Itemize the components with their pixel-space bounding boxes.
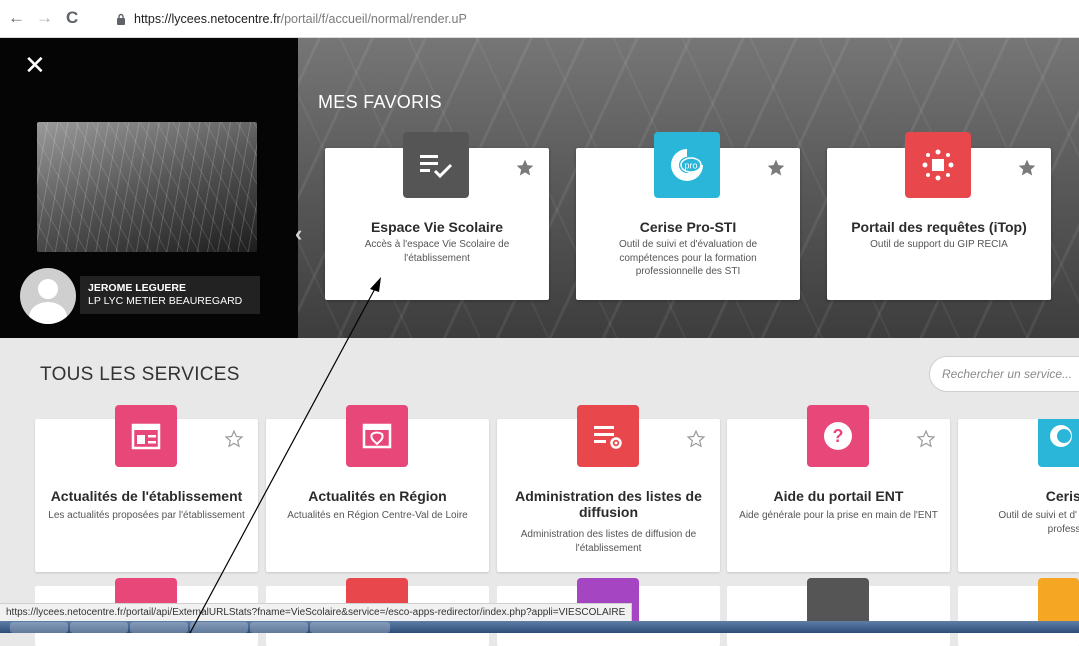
- taskbar: [0, 621, 1079, 633]
- favorite-card-vie-scolaire[interactable]: Espace Vie Scolaire Accès à l'espace Vie…: [325, 132, 549, 300]
- panel-photo: [37, 122, 257, 252]
- star-filled-icon[interactable]: [766, 158, 786, 178]
- news-icon: [115, 405, 177, 467]
- service-card-partial[interactable]: [727, 578, 950, 646]
- taskbar-button[interactable]: [250, 622, 308, 633]
- address-bar[interactable]: https://lycees.netocentre.fr/portail/f/a…: [110, 6, 1070, 32]
- avatar[interactable]: [20, 268, 76, 324]
- itop-icon: [905, 132, 971, 198]
- help-icon: ?: [807, 405, 869, 467]
- service-desc: Administration des listes de diffusion d…: [520, 529, 697, 554]
- forward-arrow-icon[interactable]: →: [36, 8, 53, 28]
- taskbar-button[interactable]: [310, 622, 390, 633]
- taskbar-button[interactable]: [10, 622, 68, 633]
- list-check-icon: [403, 132, 469, 198]
- service-desc: Outil de suivi et d' compétences pou pro…: [998, 510, 1079, 535]
- url-host: https://lycees.netocentre.fr: [134, 12, 281, 26]
- close-icon[interactable]: ✕: [24, 52, 46, 78]
- taskbar-button[interactable]: [130, 622, 188, 633]
- service-name: Actualités en Région: [308, 488, 447, 504]
- carousel-prev-icon[interactable]: ‹: [295, 221, 302, 247]
- list-settings-icon: [577, 405, 639, 467]
- star-outline-icon[interactable]: [686, 429, 706, 449]
- user-side-panel: ✕ JEROME LEGUERE LP LYC METIER BEAUREGAR…: [0, 38, 298, 338]
- lock-icon: [117, 13, 125, 25]
- service-card-listes-diffusion[interactable]: Administration des listes de diffusion A…: [497, 405, 720, 572]
- status-url: https://lycees.netocentre.fr/portail/api…: [0, 603, 633, 622]
- hero-banner: ✕ JEROME LEGUERE LP LYC METIER BEAUREGAR…: [0, 38, 1079, 338]
- user-school: LP LYC METIER BEAUREGARD: [88, 295, 243, 307]
- taskbar-button[interactable]: [190, 622, 248, 633]
- favorite-name: Espace Vie Scolaire: [370, 219, 504, 235]
- services-title: TOUS LES SERVICES: [40, 364, 240, 385]
- service-card-actualites-etablissement[interactable]: Actualités de l'établissement Les actual…: [35, 405, 258, 572]
- reload-icon[interactable]: C: [66, 8, 78, 28]
- browser-toolbar: ← → C https://lycees.netocentre.fr/porta…: [0, 0, 1079, 38]
- cerise-pro-icon: pro: [654, 132, 720, 198]
- service-name: Actualités de l'établissement: [50, 488, 243, 504]
- search-input[interactable]: [929, 356, 1079, 392]
- user-info[interactable]: JEROME LEGUERE LP LYC METIER BEAUREGARD: [80, 276, 260, 314]
- service-name: Aide du portail ENT: [773, 488, 904, 504]
- service-name: Administration des listes de diffusion: [515, 488, 702, 520]
- star-outline-icon[interactable]: [916, 429, 936, 449]
- taskbar-button[interactable]: [70, 622, 128, 633]
- svg-text:?: ?: [833, 426, 844, 446]
- favorite-name: Portail des requêtes (iTop): [851, 219, 1027, 235]
- service-card-partial[interactable]: [958, 578, 1079, 646]
- service-card-aide-portail[interactable]: ? Aide du portail ENT Aide générale pour…: [727, 405, 950, 572]
- service-desc: Aide générale pour la prise en main de l…: [739, 510, 938, 521]
- favorite-card-itop[interactable]: Portail des requêtes (iTop) Outil de sup…: [827, 132, 1051, 300]
- favorite-desc: Accès à l'espace Vie Scolaire de l'établ…: [364, 239, 510, 264]
- service-card-cerise-pro[interactable]: Cerise Pr Outil de suivi et d' compétenc…: [958, 419, 1079, 572]
- star-filled-icon[interactable]: [1017, 158, 1037, 178]
- user-name: JEROME LEGUERE: [88, 282, 187, 294]
- star-filled-icon[interactable]: [515, 158, 535, 178]
- url-path: /portail/f/accueil/normal/render.uP: [280, 12, 467, 26]
- favorite-desc: Outil de support du GIP RECIA: [870, 239, 1008, 250]
- service-desc: Les actualités proposées par l'établisse…: [48, 510, 245, 521]
- service-card-actualites-region[interactable]: Actualités en Région Actualités en Régio…: [266, 405, 489, 572]
- region-icon: [346, 405, 408, 467]
- svg-text:pro: pro: [684, 161, 697, 171]
- cerise-pro-icon: [1038, 419, 1079, 467]
- star-outline-icon[interactable]: [224, 429, 244, 449]
- favorite-desc: Outil de suivi et d'évaluation de compét…: [618, 239, 758, 277]
- service-desc: Actualités en Région Centre-Val de Loire: [287, 510, 468, 521]
- favorite-name: Cerise Pro-STI: [639, 219, 737, 235]
- back-arrow-icon[interactable]: ←: [8, 8, 25, 28]
- service-name: Cerise Pr: [1045, 488, 1079, 504]
- favorites-title: MES FAVORIS: [318, 92, 442, 112]
- favorite-card-cerise-pro-sti[interactable]: pro Cerise Pro-STI Outil de suivi et d'é…: [576, 132, 800, 300]
